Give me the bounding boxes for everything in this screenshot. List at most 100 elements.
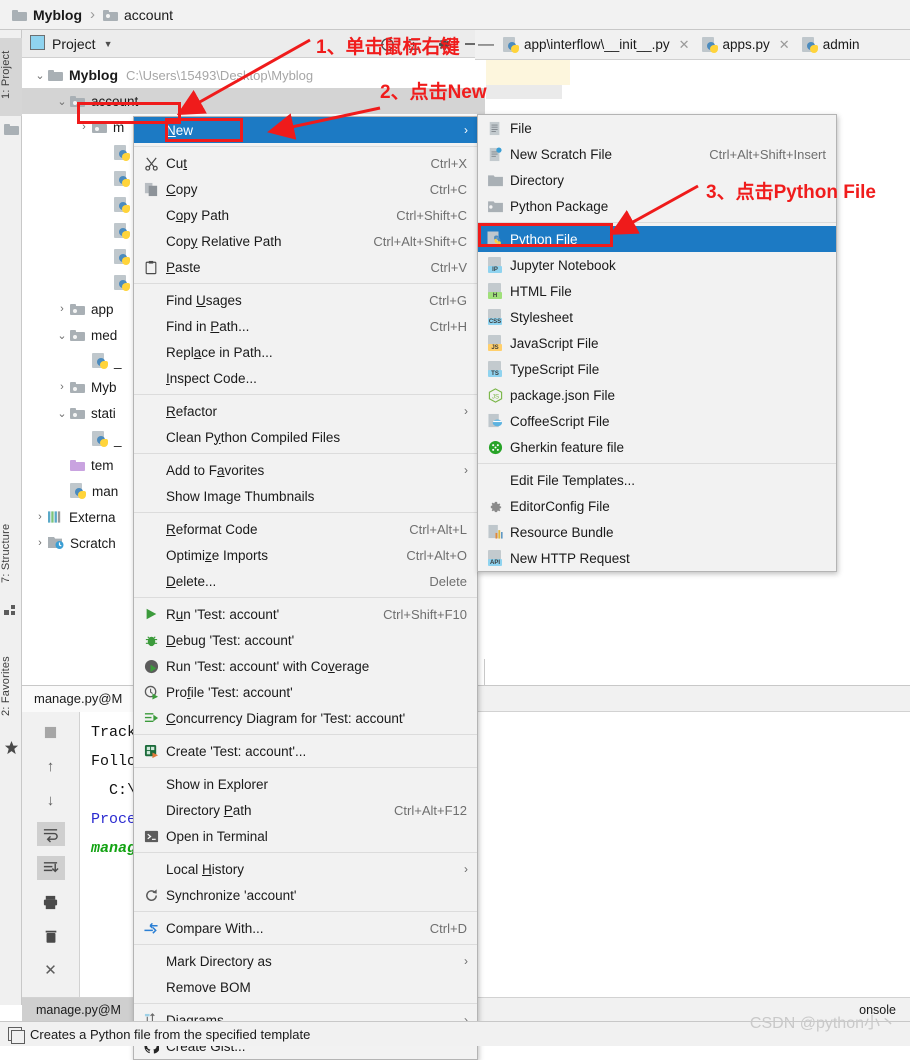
run-tab[interactable]: manage.py@M bbox=[22, 685, 136, 712]
blank-icon bbox=[142, 953, 160, 969]
context-menu[interactable]: New › Cut Ctrl+X Copy Ctrl+C Copy Path Ctrl+Shi… bbox=[133, 116, 478, 1060]
context-menu-item-open-in-terminal[interactable]: Open in Terminal bbox=[134, 823, 477, 849]
python-package-icon bbox=[486, 198, 504, 214]
chevron-right-icon: › bbox=[464, 123, 468, 137]
breadcrumb-item-root[interactable]: Myblog bbox=[12, 7, 82, 23]
tree-row-label: man bbox=[92, 483, 119, 499]
context-menu-item-paste[interactable]: Paste Ctrl+V bbox=[134, 254, 477, 280]
context-menu-item-delete[interactable]: Delete... Delete bbox=[134, 568, 477, 594]
chevron-down-icon[interactable]: ⌄ bbox=[54, 329, 70, 342]
new-submenu-item-new-scratch-file[interactable]: New Scratch File Ctrl+Alt+Shift+Insert bbox=[478, 141, 836, 167]
context-menu-item-mark-directory-as[interactable]: Mark Directory as › bbox=[134, 948, 477, 974]
new-submenu-item-stylesheet[interactable]: CSS Stylesheet bbox=[478, 304, 836, 330]
context-menu-item-synchronize-account[interactable]: Synchronize 'account' bbox=[134, 882, 477, 908]
context-menu-item-copy-path[interactable]: Copy Path Ctrl+Shift+C bbox=[134, 202, 477, 228]
menu-item-label: Refactor bbox=[166, 403, 218, 419]
down-arrow-button[interactable]: ↓ bbox=[37, 788, 65, 812]
blank-icon bbox=[142, 318, 160, 334]
context-menu-item-copy[interactable]: Copy Ctrl+C bbox=[134, 176, 477, 202]
context-menu-item-optimize-imports[interactable]: Optimize Imports Ctrl+Alt+O bbox=[134, 542, 477, 568]
soft-wrap-button[interactable] bbox=[36, 822, 65, 846]
blank-icon bbox=[142, 802, 160, 818]
delete-button[interactable] bbox=[37, 924, 65, 948]
breadcrumb-item-child[interactable]: account bbox=[103, 7, 173, 23]
chevron-right-icon[interactable]: › bbox=[54, 381, 70, 393]
new-submenu-item-jupyter-notebook[interactable]: IP Jupyter Notebook bbox=[478, 252, 836, 278]
python-file-icon bbox=[114, 275, 130, 291]
new-submenu-item-coffeescript-file[interactable]: CoffeeScript File bbox=[478, 408, 836, 434]
tree-row-label: stati bbox=[91, 405, 116, 421]
editor-tab-1[interactable]: apps.py ✕ bbox=[696, 30, 796, 60]
new-submenu-item-html-file[interactable]: H HTML File bbox=[478, 278, 836, 304]
context-menu-item-local-history[interactable]: Local History › bbox=[134, 856, 477, 882]
python-file-icon bbox=[114, 249, 130, 265]
menu-item-shortcut: Ctrl+H bbox=[429, 318, 467, 334]
blank-icon bbox=[142, 344, 160, 360]
context-menu-item-compare-with[interactable]: Compare With... Ctrl+D bbox=[134, 915, 477, 941]
menu-item-label: HTML File bbox=[510, 283, 572, 299]
up-arrow-button[interactable]: ↑ bbox=[37, 754, 65, 778]
context-menu-item-find-usages[interactable]: Find Usages Ctrl+G bbox=[134, 287, 477, 313]
context-menu-item-run-test-account[interactable]: Run 'Test: account' Ctrl+Shift+F10 bbox=[134, 601, 477, 627]
chevron-down-icon[interactable]: ⌄ bbox=[54, 95, 70, 108]
context-menu-item-find-in-path[interactable]: Find in Path... Ctrl+H bbox=[134, 313, 477, 339]
new-submenu-item-gherkin-feature-file[interactable]: Gherkin feature file bbox=[478, 434, 836, 460]
star-icon[interactable] bbox=[4, 740, 19, 755]
context-menu-item-create-test-account[interactable]: Create 'Test: account'... bbox=[134, 738, 477, 764]
context-menu-item-directory-path[interactable]: Directory Path Ctrl+Alt+F12 bbox=[134, 797, 477, 823]
editor-tab-2[interactable]: admin bbox=[796, 30, 866, 60]
context-menu-item-show-image-thumbnails[interactable]: Show Image Thumbnails bbox=[134, 483, 477, 509]
context-menu-item-refactor[interactable]: Refactor › bbox=[134, 398, 477, 424]
context-menu-item-debug-test-account[interactable]: Debug 'Test: account' bbox=[134, 627, 477, 653]
chevron-right-icon[interactable]: › bbox=[32, 537, 48, 549]
close-icon[interactable]: ✕ bbox=[779, 37, 790, 53]
context-menu-item-cut[interactable]: Cut Ctrl+X bbox=[134, 150, 477, 176]
new-submenu-item-package-json-file[interactable]: JS package.json File bbox=[478, 382, 836, 408]
context-menu-item-copy-relative-path[interactable]: Copy Relative Path Ctrl+Alt+Shift+C bbox=[134, 228, 477, 254]
new-submenu-item-new-http-request[interactable]: API New HTTP Request bbox=[478, 545, 836, 571]
menu-item-label: package.json File bbox=[510, 387, 616, 403]
context-menu-item-reformat-code[interactable]: Reformat Code Ctrl+Alt+L bbox=[134, 516, 477, 542]
context-menu-item-replace-in-path[interactable]: Replace in Path... bbox=[134, 339, 477, 365]
new-submenu-item-editorconfig-file[interactable]: EditorConfig File bbox=[478, 493, 836, 519]
print-button[interactable] bbox=[37, 890, 65, 914]
chevron-down-icon[interactable]: ▼ bbox=[104, 39, 113, 49]
close-icon[interactable]: ✕ bbox=[679, 37, 690, 53]
sidebar-tab-structure[interactable]: 7: Structure bbox=[0, 510, 22, 596]
new-submenu-item-resource-bundle[interactable]: Resource Bundle bbox=[478, 519, 836, 545]
close-button[interactable]: ✕ bbox=[37, 958, 65, 982]
chevron-down-icon[interactable]: ⌄ bbox=[54, 407, 70, 420]
editor-tab-0[interactable]: app\interflow\__init__.py ✕ bbox=[497, 30, 696, 60]
context-menu-item-clean-python-compiled-files[interactable]: Clean Python Compiled Files bbox=[134, 424, 477, 450]
context-menu-item-show-in-explorer[interactable]: Show in Explorer bbox=[134, 771, 477, 797]
hide-panel-icon-editor[interactable]: — bbox=[475, 36, 497, 54]
scroll-to-end-button[interactable] bbox=[36, 856, 65, 880]
menu-item-shortcut: Ctrl+G bbox=[429, 292, 467, 308]
python-file-icon bbox=[701, 36, 718, 53]
menu-item-shortcut: Ctrl+Alt+O bbox=[406, 547, 467, 563]
file-icon bbox=[486, 120, 504, 136]
chevron-right-icon[interactable]: › bbox=[32, 511, 48, 523]
context-menu-item-add-to-favorites[interactable]: Add to Favorites › bbox=[134, 457, 477, 483]
menu-item-label: File bbox=[510, 120, 532, 136]
context-menu-item-profile-test-account[interactable]: Profile 'Test: account' bbox=[134, 679, 477, 705]
structure-icon[interactable] bbox=[4, 604, 18, 618]
context-menu-item-remove-bom[interactable]: Remove BOM bbox=[134, 974, 477, 1000]
project-folder-icon[interactable] bbox=[4, 122, 19, 136]
stop-button[interactable] bbox=[37, 720, 65, 744]
chevron-right-icon[interactable]: › bbox=[54, 303, 70, 315]
new-submenu-item-typescript-file[interactable]: TS TypeScript File bbox=[478, 356, 836, 382]
sidebar-tab-project[interactable]: 1: Project bbox=[0, 38, 22, 116]
folder-icon bbox=[48, 69, 63, 81]
context-menu-item-inspect-code[interactable]: Inspect Code... bbox=[134, 365, 477, 391]
chevron-down-icon[interactable]: ⌄ bbox=[32, 69, 48, 82]
context-menu-item-run-test-account-with-coverage[interactable]: Run 'Test: account' with Coverage bbox=[134, 653, 477, 679]
run-bottom-tab[interactable]: manage.py@M bbox=[22, 997, 135, 1022]
sidebar-tab-favorites[interactable]: 2: Favorites bbox=[0, 640, 22, 732]
context-menu-item-concurrency-diagram-for-test-account[interactable]: Concurrency Diagram for 'Test: account' bbox=[134, 705, 477, 731]
folder-icon bbox=[486, 172, 504, 188]
new-submenu-item-edit-file-templates[interactable]: Edit File Templates... bbox=[478, 467, 836, 493]
new-submenu-item-javascript-file[interactable]: JS JavaScript File bbox=[478, 330, 836, 356]
new-submenu-item-file[interactable]: File bbox=[478, 115, 836, 141]
menu-item-shortcut: Delete bbox=[429, 573, 467, 589]
